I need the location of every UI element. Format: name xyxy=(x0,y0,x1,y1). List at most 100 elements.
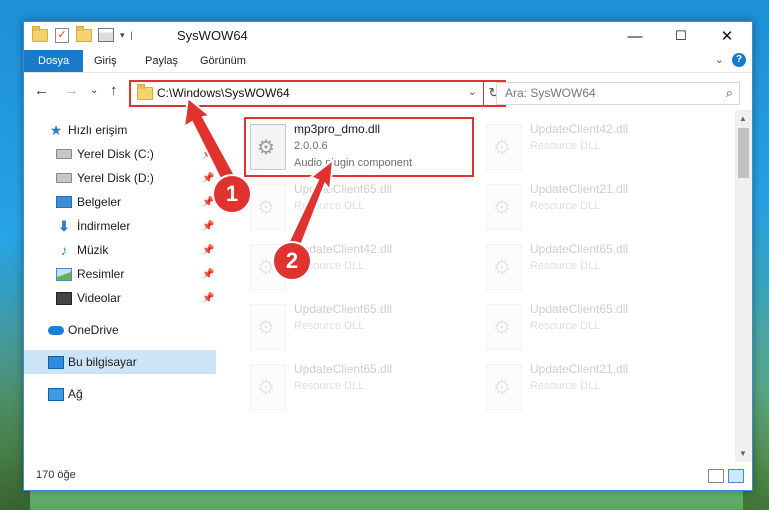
sidebar-item-quick-access[interactable]: ★ Hızlı erişim xyxy=(24,118,216,142)
recent-locations-icon[interactable]: ⌄ xyxy=(90,85,98,96)
sidebar-item-documents[interactable]: Belgeler 📌 xyxy=(24,190,216,214)
sidebar-item-downloads[interactable]: ⬇ İndirmeler 📌 xyxy=(24,214,216,238)
sidebar-item-label: Hızlı erişim xyxy=(68,123,128,137)
tab-giris[interactable]: Giriş xyxy=(94,50,117,72)
pin-icon[interactable]: 📌 xyxy=(202,173,214,184)
dll-file-icon xyxy=(486,184,522,230)
pin-icon[interactable]: 📌 xyxy=(202,293,214,304)
video-icon xyxy=(56,290,72,306)
ribbon-tabs: Dosya Giriş Paylaş Görünüm ⌄ ? xyxy=(24,50,752,73)
file-item[interactable]: UpdateClient65.dll Resource DLL xyxy=(246,180,476,236)
sidebar-item-pictures[interactable]: Resimler 📌 xyxy=(24,262,216,286)
sidebar-item-label: İndirmeler xyxy=(77,219,131,233)
pin-icon[interactable]: 📌 xyxy=(202,245,214,256)
close-button[interactable]: ✕ xyxy=(704,22,750,50)
star-icon: ★ xyxy=(49,121,63,138)
explorer-window: ✓ ▾ | SysWOW64 — ☐ ✕ Dosya Giriş Paylaş … xyxy=(23,21,753,491)
file-name: UpdateClient65.dll xyxy=(294,302,393,316)
window-title: SysWOW64 xyxy=(177,28,248,43)
address-path: C:\Windows\SysWOW64 xyxy=(157,86,290,100)
sidebar-item-label: Resimler xyxy=(77,267,125,281)
item-count: 170 öğe xyxy=(36,469,76,481)
pin-icon[interactable]: 📌 xyxy=(202,149,214,160)
file-name: UpdateClient21.dll xyxy=(530,362,629,376)
file-highlight-box xyxy=(244,117,474,177)
sidebar-item-label: Müzik xyxy=(77,243,109,257)
new-folder-icon[interactable] xyxy=(76,25,92,43)
sidebar-item-label: Videolar xyxy=(77,291,121,305)
vertical-scrollbar[interactable]: ▲ ▼ xyxy=(735,110,752,462)
dll-file-icon xyxy=(486,244,522,290)
file-name: UpdateClient21.dll xyxy=(530,182,629,196)
drive-icon xyxy=(56,146,72,162)
sidebar-item-label: Yerel Disk (D:) xyxy=(77,171,154,185)
forward-arrow-icon[interactable]: → xyxy=(64,82,79,99)
customize-list-icon[interactable] xyxy=(98,27,114,43)
maximize-button[interactable]: ☐ xyxy=(658,22,704,50)
file-description: Resource DLL xyxy=(530,260,601,272)
dll-file-icon xyxy=(250,364,286,410)
scroll-up-icon[interactable]: ▲ xyxy=(739,114,747,123)
network-icon xyxy=(48,386,64,402)
search-box[interactable]: Ara: SysWOW64 ⌕ xyxy=(496,82,740,105)
help-icon[interactable]: ? xyxy=(732,53,746,67)
scroll-down-icon[interactable]: ▼ xyxy=(739,449,747,458)
pin-icon[interactable]: 📌 xyxy=(202,269,214,280)
file-description: Resource DLL xyxy=(294,320,365,332)
tab-paylas[interactable]: Paylaş xyxy=(145,50,178,72)
tab-dosya[interactable]: Dosya xyxy=(24,50,84,72)
dll-file-icon xyxy=(250,304,286,350)
cloud-icon xyxy=(48,322,64,338)
file-description: Resource DLL xyxy=(530,320,601,332)
sidebar-item-disk-d[interactable]: Yerel Disk (D:) 📌 xyxy=(24,166,216,190)
file-item[interactable]: UpdateClient42.dll Resource DLL xyxy=(482,120,712,176)
file-item[interactable]: UpdateClient21.dll Resource DLL xyxy=(482,360,712,416)
scroll-thumb[interactable] xyxy=(738,128,749,178)
sidebar-item-label: Ağ xyxy=(68,387,83,401)
sidebar-item-disk-c[interactable]: Yerel Disk (C:) 📌 xyxy=(24,142,216,166)
file-name: UpdateClient65.dll xyxy=(530,242,629,256)
step-badge-2: 2 xyxy=(272,241,312,281)
pin-icon[interactable]: 📌 xyxy=(202,221,214,232)
file-item[interactable]: UpdateClient65.dll Resource DLL xyxy=(482,240,712,296)
quick-access-toolbar: ✓ ▾ | xyxy=(32,25,133,43)
download-icon: ⬇ xyxy=(58,217,70,234)
file-name: UpdateClient65.dll xyxy=(294,362,393,376)
back-arrow-icon[interactable]: ← xyxy=(34,82,49,99)
drive-icon xyxy=(56,170,72,186)
large-icons-view-icon[interactable] xyxy=(728,469,744,483)
up-arrow-icon[interactable]: ↑ xyxy=(110,82,118,99)
dll-file-icon xyxy=(486,364,522,410)
dll-file-icon xyxy=(486,304,522,350)
sidebar-item-music[interactable]: ♪ Müzik 📌 xyxy=(24,238,216,262)
step-badge-1: 1 xyxy=(212,174,252,214)
sidebar-item-videos[interactable]: Videolar 📌 xyxy=(24,286,216,310)
file-description: Resource DLL xyxy=(530,140,601,152)
sidebar-item-network[interactable]: Ağ xyxy=(24,382,216,406)
computer-icon xyxy=(48,354,64,370)
qat-dropdown-icon[interactable]: ▾ xyxy=(120,30,125,41)
sidebar-item-onedrive[interactable]: OneDrive xyxy=(24,318,216,342)
address-bar[interactable]: C:\Windows\SysWOW64 ⌄ xyxy=(129,80,485,107)
file-description: Resource DLL xyxy=(530,200,601,212)
documents-icon xyxy=(56,194,72,210)
sidebar-item-this-pc[interactable]: Bu bilgisayar xyxy=(24,350,216,374)
folder-icon[interactable] xyxy=(32,25,48,43)
file-name: UpdateClient65.dll xyxy=(294,182,393,196)
minimize-button[interactable]: — xyxy=(612,22,658,50)
file-name: UpdateClient42.dll xyxy=(530,122,629,136)
sidebar-item-label: Belgeler xyxy=(77,195,122,209)
file-item[interactable]: UpdateClient21.dll Resource DLL xyxy=(482,180,712,236)
file-item[interactable]: UpdateClient65.dll Resource DLL xyxy=(246,300,476,356)
properties-check-icon[interactable]: ✓ xyxy=(54,27,70,43)
status-bar: 170 öğe xyxy=(24,462,752,490)
file-item[interactable]: UpdateClient65.dll Resource DLL xyxy=(246,360,476,416)
dll-file-icon xyxy=(486,124,522,170)
tab-gorunum[interactable]: Görünüm xyxy=(200,50,246,72)
ribbon-expand-icon[interactable]: ⌄ xyxy=(715,53,724,66)
file-description: Resource DLL xyxy=(294,200,365,212)
file-item[interactable]: UpdateClient65.dll Resource DLL xyxy=(482,300,712,356)
chevron-down-icon[interactable]: ⌄ xyxy=(468,85,477,98)
title-bar: ✓ ▾ | SysWOW64 — ☐ ✕ xyxy=(24,22,752,50)
details-view-icon[interactable] xyxy=(708,469,724,483)
